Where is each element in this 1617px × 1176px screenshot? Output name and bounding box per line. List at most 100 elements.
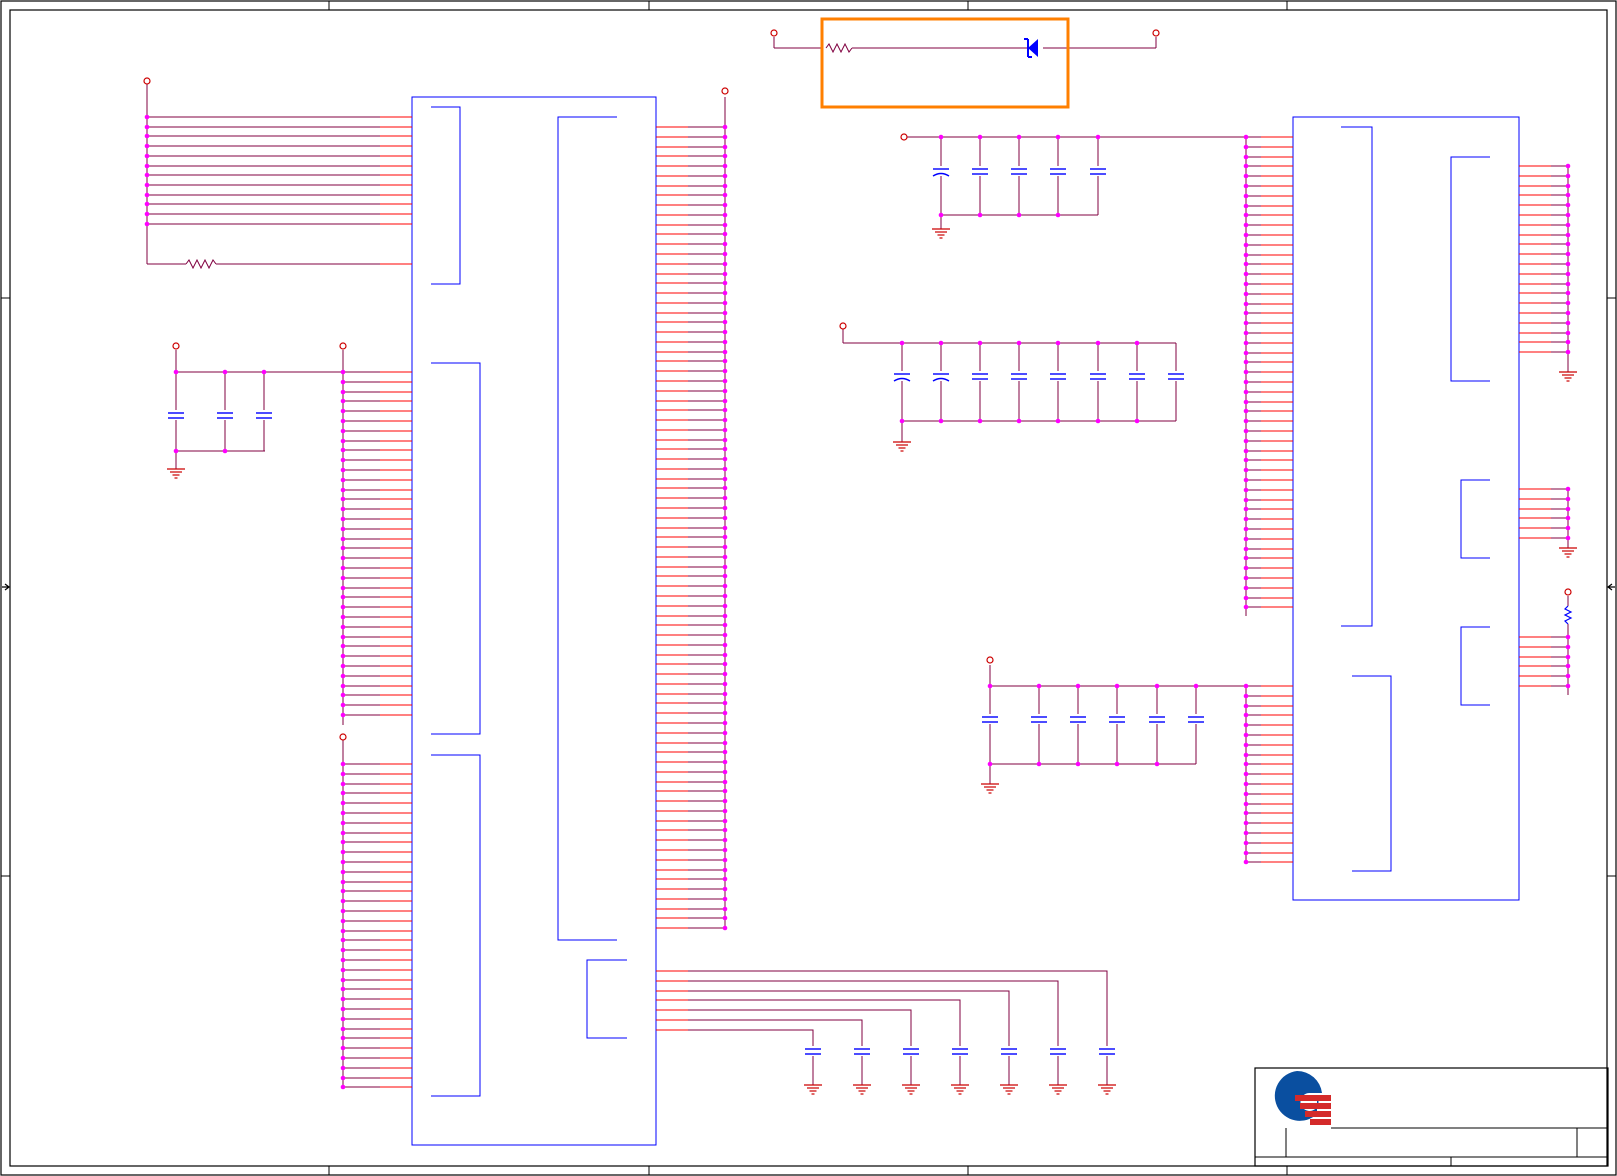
junction-dot (340, 761, 346, 767)
capacitor-icon[interactable] (804, 1046, 822, 1056)
junction-dot (1565, 683, 1571, 689)
junction-dot (1243, 604, 1249, 610)
junction-dot (722, 212, 728, 218)
junction-dot (722, 427, 728, 433)
junction-dot (1243, 693, 1249, 699)
ic-main-body[interactable] (411, 96, 657, 1146)
capacitor-icon[interactable] (1049, 166, 1067, 176)
power-port-icon[interactable] (339, 733, 347, 741)
capacitor-icon[interactable] (981, 714, 999, 724)
decoupling-caps-lower[interactable] (989, 665, 1246, 784)
junction-dot (340, 428, 346, 434)
junction-layer (144, 114, 1571, 1090)
capacitor-icon[interactable] (255, 410, 273, 420)
pin-bus-u2-right-top[interactable] (1519, 165, 1569, 372)
capacitor-icon[interactable] (216, 410, 234, 420)
capacitors-layer[interactable] (167, 166, 1205, 1056)
junction-dot (340, 457, 346, 463)
decoupling-caps-left[interactable] (175, 350, 343, 469)
capacitor-icon[interactable] (853, 1046, 871, 1056)
pin-bus-u2-right-low[interactable] (1519, 624, 1569, 695)
junction-dot (722, 740, 728, 746)
junction-dot (722, 271, 728, 277)
capacitor-icon[interactable] (1148, 714, 1166, 724)
pin-bus-top-left[interactable] (146, 116, 412, 225)
junction-dot (340, 1016, 346, 1022)
junction-dot (722, 339, 728, 345)
capacitor-icon[interactable] (932, 371, 950, 382)
junction-dot (722, 661, 728, 667)
junction-dot (1243, 203, 1249, 209)
junction-dot (1243, 359, 1249, 365)
capacitor-icon[interactable] (1098, 1046, 1116, 1056)
capacitor-icon[interactable] (1167, 371, 1185, 381)
schematic-canvas[interactable] (0, 0, 1617, 1176)
junction-dot (722, 183, 728, 189)
capacitor-icon[interactable] (1000, 1046, 1018, 1056)
capacitor-icon[interactable] (1108, 714, 1126, 724)
power-port-icon[interactable] (721, 87, 729, 95)
capacitor-icon[interactable] (167, 410, 185, 420)
junction-dot (1243, 261, 1249, 267)
capacitor-icon[interactable] (1128, 371, 1146, 381)
capacitor-icon[interactable] (1049, 1046, 1067, 1056)
capacitor-icon[interactable] (1069, 714, 1087, 724)
junction-dot (340, 673, 346, 679)
junction-dot (340, 918, 346, 924)
capacitor-icon[interactable] (1030, 714, 1048, 724)
decoupling-caps-top[interactable] (904, 136, 1246, 229)
junction-dot (1565, 525, 1571, 531)
capacitor-icon[interactable] (971, 371, 989, 381)
pin-bus-u2-left-low[interactable] (1245, 685, 1293, 863)
power-port-icon[interactable] (339, 342, 347, 350)
pin-bus-u2-right-mid[interactable] (1519, 488, 1569, 548)
junction-dot (1243, 840, 1249, 846)
junction-dot (1565, 290, 1571, 296)
junction-dot (1036, 761, 1042, 767)
power-port-icon[interactable] (986, 656, 994, 664)
capacitor-icon[interactable] (1049, 371, 1067, 381)
pin-bus-low-left[interactable] (342, 738, 412, 1088)
decoupling-caps-middle[interactable] (842, 329, 1177, 442)
power-port-icon[interactable] (770, 29, 778, 37)
capacitor-icon[interactable] (1010, 371, 1028, 381)
analog-filter-nets[interactable] (656, 970, 1108, 1085)
pin-bus-right-main[interactable] (656, 97, 726, 930)
pin-bus-u2-left-top[interactable] (1245, 136, 1293, 616)
resistor-diode-circuit[interactable] (773, 37, 1157, 54)
junction-dot (722, 915, 728, 921)
junction-dot (1114, 683, 1120, 689)
power-port-icon[interactable] (839, 322, 847, 330)
ic-secondary-body[interactable] (1292, 116, 1520, 901)
junction-dot (722, 388, 728, 394)
pullup-resistor-net[interactable] (146, 84, 412, 270)
capacitor-icon[interactable] (1089, 371, 1107, 381)
junction-dot (722, 525, 728, 531)
capacitor-icon[interactable] (971, 166, 989, 176)
capacitor-icon[interactable] (932, 166, 950, 177)
capacitor-icon[interactable] (1089, 166, 1107, 176)
capacitor-icon[interactable] (893, 371, 911, 382)
junction-dot (1243, 301, 1249, 307)
junction-dot (340, 545, 346, 551)
power-port-icon[interactable] (172, 342, 180, 350)
power-port-icon[interactable] (1152, 29, 1160, 37)
junction-dot (340, 879, 346, 885)
power-port-icon[interactable] (143, 77, 151, 85)
junction-dot (340, 820, 346, 826)
capacitor-icon[interactable] (1187, 714, 1205, 724)
junction-dot (722, 173, 728, 179)
junction-dot (1055, 340, 1061, 346)
power-port-icon[interactable] (1564, 588, 1572, 596)
junction-dot (1243, 781, 1249, 787)
junction-dot (1565, 310, 1571, 316)
junction-dot (144, 114, 150, 120)
capacitor-icon[interactable] (951, 1046, 969, 1056)
junction-dot (1055, 134, 1061, 140)
pin-bus-mid-left[interactable] (342, 350, 412, 725)
capacitor-icon[interactable] (902, 1046, 920, 1056)
power-port-icon[interactable] (900, 133, 908, 141)
junction-dot (1016, 340, 1022, 346)
junction-dot (1243, 595, 1249, 601)
capacitor-icon[interactable] (1010, 166, 1028, 176)
